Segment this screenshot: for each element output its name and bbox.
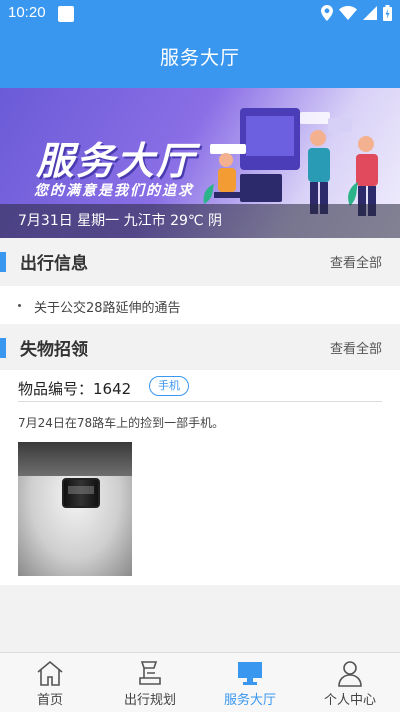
signal-icon [363,6,377,20]
tab-label: 服务大厅 [223,693,276,708]
status-time: 10:20 [8,4,46,21]
battery-icon [383,5,392,21]
divider [18,401,382,402]
list-item[interactable]: 关于公交28路延伸的通告 [0,286,400,324]
notification-icon [58,6,74,22]
section-accent-bar [0,252,6,272]
banner[interactable]: 服务大厅 您的满意是我们的追求 7月31日 星期一 九江市 29℃ 阴 [0,88,400,238]
banner-slogan: 您的满意是我们的追求 [34,183,194,199]
travel-info-view-all-link[interactable]: 查看全部 [330,252,382,271]
status-icons [321,5,392,21]
bullet-icon [18,304,21,307]
status-bar: 10:20 [0,0,400,28]
tab-label: 首页 [36,693,63,708]
item-photo[interactable] [18,442,132,576]
app-bar: 服务大厅 [0,28,400,88]
section-title: 出行信息 [20,254,88,274]
home-icon [37,660,63,686]
user-icon [338,661,362,687]
bottom-tab-bar: 首页 出行规划 服务大厅 个人中心 [0,652,400,712]
route-plan-icon [139,661,161,685]
tab-service-hall[interactable]: 服务大厅 [200,653,300,712]
tab-home[interactable]: 首页 [0,653,100,712]
banner-headline: 服务大厅 [36,139,197,183]
location-icon [321,5,333,21]
item-id: 物品编号：1642 [18,380,132,398]
tab-label: 个人中心 [323,693,376,708]
item-category-tag: 手机 [149,376,189,396]
photo-shadow [18,442,132,476]
tab-label: 出行规划 [123,693,176,708]
travel-info-header: 出行信息 查看全部 [0,238,400,284]
section-accent-bar [0,338,6,358]
tab-profile[interactable]: 个人中心 [300,653,400,712]
page-title: 服务大厅 [159,47,240,69]
lost-found-view-all-link[interactable]: 查看全部 [330,338,382,357]
lost-found-header: 失物招领 查看全部 [0,324,400,370]
lost-item-card[interactable]: 物品编号：1642 手机 7月24日在78路车上的捡到一部手机。 [0,370,400,585]
item-description: 7月24日在78路车上的捡到一部手机。 [18,416,225,430]
notice-title: 关于公交28路延伸的通告 [34,301,181,316]
monitor-icon [238,662,262,685]
section-title: 失物招领 [20,340,88,360]
wifi-icon [339,6,357,20]
date-weather-info: 7月31日 星期一 九江市 29℃ 阴 [0,204,400,238]
phone-image [62,478,100,508]
tab-route-plan[interactable]: 出行规划 [100,653,200,712]
